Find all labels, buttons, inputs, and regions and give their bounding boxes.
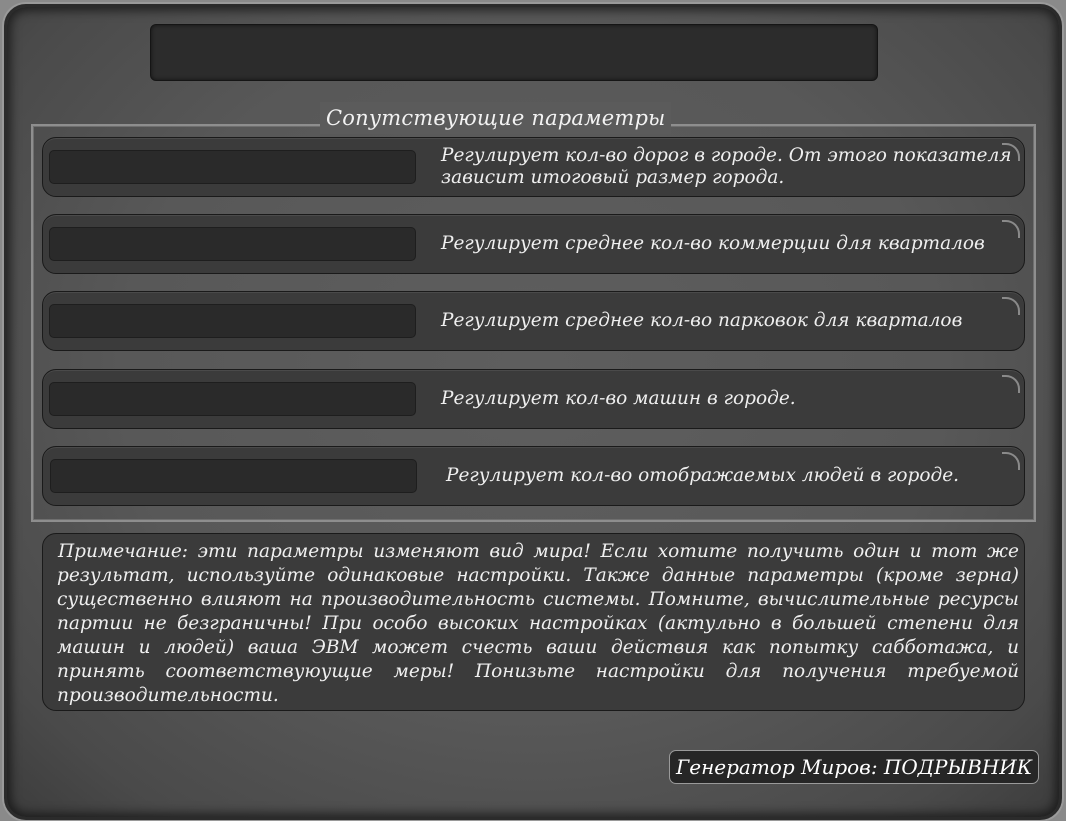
parking-description: Регулирует среднее кол-во парковок для к… (441, 310, 963, 331)
parking-input[interactable] (49, 304, 416, 338)
group-title: Сопутствующие параметры (320, 102, 672, 134)
param-row-roads: Регулирует кол-во дорог в городе. От это… (42, 137, 1025, 197)
roads-description: Регулирует кол-во дорог в городе. От это… (441, 145, 1012, 188)
note-box: Примечание: эти параметры изменяют вид м… (42, 533, 1025, 711)
commerce-input[interactable] (49, 227, 416, 261)
param-row-parking: Регулирует среднее кол-во парковок для к… (42, 291, 1025, 351)
cars-description: Регулирует кол-во машин в городе. (441, 388, 796, 409)
note-text: Примечание: эти параметры изменяют вид м… (57, 541, 1019, 706)
world-name-field[interactable] (150, 24, 878, 81)
people-input[interactable] (50, 459, 417, 493)
param-row-cars: Регулирует кол-во машин в городе. (42, 369, 1025, 429)
people-description: Регулирует кол-во отображаемых людей в г… (446, 465, 960, 486)
param-row-commerce: Регулирует среднее кол-во коммерции для … (42, 214, 1025, 274)
roads-input[interactable] (49, 150, 416, 184)
param-row-people: Регулирует кол-во отображаемых людей в г… (42, 446, 1025, 506)
app-brand-label: Генератор Миров: ПОДРЫВНИК (669, 750, 1040, 784)
cars-input[interactable] (49, 382, 416, 416)
commerce-description: Регулирует среднее кол-во коммерции для … (441, 233, 985, 254)
